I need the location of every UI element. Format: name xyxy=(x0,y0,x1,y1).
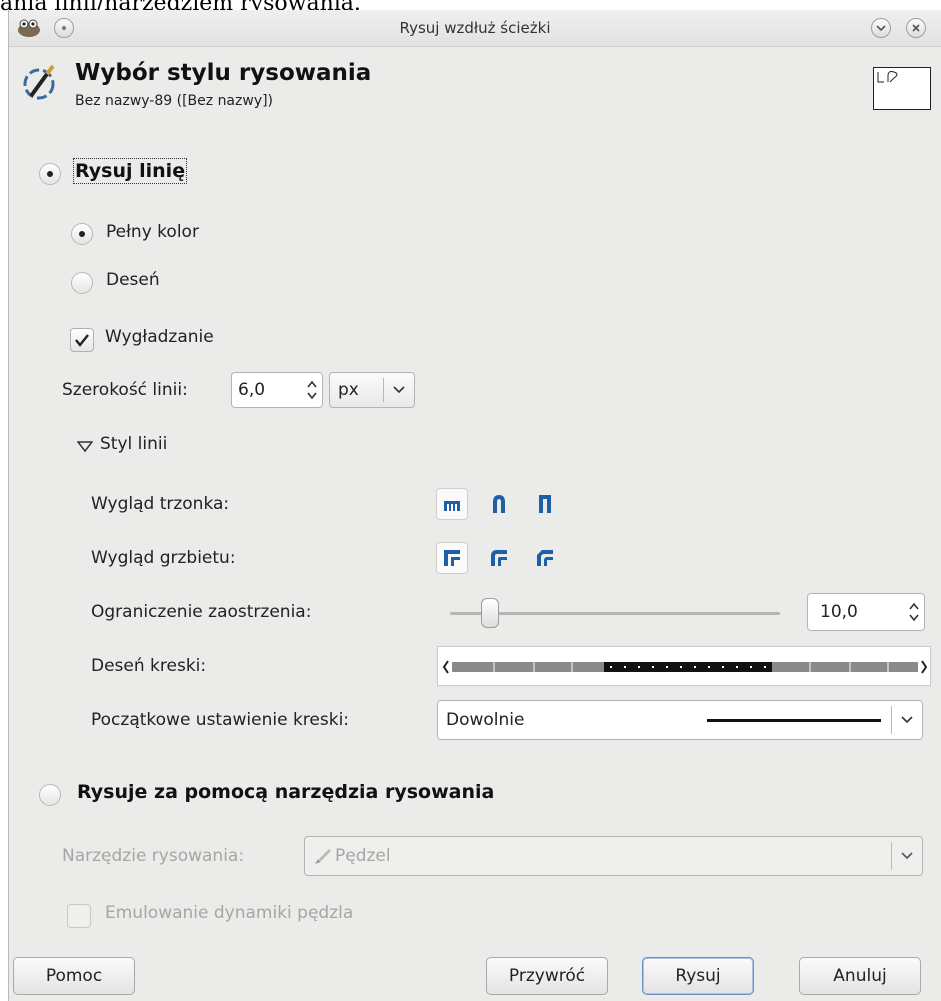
minimize-button[interactable] xyxy=(871,18,891,38)
antialias-checkbox[interactable] xyxy=(70,328,94,352)
reset-button[interactable]: Przywróć xyxy=(486,957,608,995)
cap-butt-button[interactable] xyxy=(436,488,468,520)
stroke-line-radio[interactable] xyxy=(39,163,61,185)
line-width-label: Szerokość linii: xyxy=(62,380,188,400)
line-style-expander[interactable]: Styl linii xyxy=(100,434,167,454)
stroke-path-dialog: Rysuj wzdłuż ścieżki Wybór stylu rysowan… xyxy=(8,10,941,1001)
chevron-down-icon xyxy=(384,382,414,398)
window-title: Rysuj wzdłuż ścieżki xyxy=(399,19,551,37)
solid-color-label: Pełny kolor xyxy=(106,222,199,242)
paint-tool-value: Pędzel xyxy=(335,846,391,866)
line-width-value: 6,0 xyxy=(238,380,266,400)
chevron-down-icon xyxy=(876,25,886,32)
stroke-path-icon xyxy=(21,62,63,104)
miter-limit-spinbutton[interactable]: 10,0 xyxy=(807,593,925,631)
emulate-dynamics-label: Emulowanie dynamiki pędzla xyxy=(105,903,354,923)
cap-round-icon xyxy=(493,495,505,513)
unit-combo[interactable]: px xyxy=(329,372,415,408)
unit-value: px xyxy=(338,380,359,400)
chevron-right-icon xyxy=(921,660,928,674)
dialog-heading: Wybór stylu rysowania xyxy=(75,60,372,86)
dash-pattern-editor[interactable] xyxy=(437,646,931,686)
close-button[interactable] xyxy=(906,18,926,38)
stroke-tool-label: Rysuje za pomocą narzędzia rysowania xyxy=(77,781,495,803)
pattern-label: Deseń xyxy=(106,270,160,290)
solid-color-radio[interactable] xyxy=(71,223,93,245)
chevron-down-icon xyxy=(892,848,922,864)
stroke-button[interactable]: Rysuj xyxy=(642,957,754,995)
title-bar: Rysuj wzdłuż ścieżki xyxy=(9,10,941,47)
join-style-label: Wygląd grzbietu: xyxy=(91,548,236,568)
solid-line-preview xyxy=(707,718,881,722)
cap-round-button[interactable] xyxy=(483,488,515,520)
miter-limit-slider-track[interactable] xyxy=(450,612,780,615)
paint-tool-combo[interactable]: Pędzel xyxy=(304,836,923,876)
join-miter-button[interactable] xyxy=(436,542,468,574)
dash-pattern-label: Deseń kreski: xyxy=(91,656,207,676)
stroke-line-label: Rysuj linię xyxy=(72,158,188,184)
cap-butt-icon xyxy=(444,501,460,511)
close-icon xyxy=(912,24,920,32)
cap-square-icon xyxy=(539,495,551,513)
antialias-label: Wygładzanie xyxy=(105,327,214,347)
chevron-down-icon xyxy=(892,712,922,728)
spin-arrows-icon[interactable] xyxy=(904,601,924,623)
chevron-left-icon xyxy=(442,660,449,674)
cap-style-label: Wygląd trzonka: xyxy=(91,494,230,514)
pattern-radio[interactable] xyxy=(71,272,93,294)
join-round-button[interactable] xyxy=(483,542,515,574)
paintbrush-icon xyxy=(305,846,333,866)
expander-triangle-icon[interactable] xyxy=(76,438,94,457)
stroke-tool-radio[interactable] xyxy=(39,784,61,806)
cancel-button[interactable]: Anuluj xyxy=(799,957,921,995)
dash-preset-combo[interactable]: Dowolnie xyxy=(437,700,923,740)
checkmark-icon xyxy=(75,334,89,347)
miter-limit-label: Ograniczenie zaostrzenia: xyxy=(91,602,312,622)
help-button[interactable]: Pomoc xyxy=(13,957,135,995)
line-width-spinbutton[interactable]: 6,0 xyxy=(231,372,323,408)
dash-preset-value: Dowolnie xyxy=(446,710,525,730)
cap-square-button[interactable] xyxy=(529,488,561,520)
path-preview-thumbnail xyxy=(873,67,931,110)
miter-limit-value: 10,0 xyxy=(820,602,858,622)
join-round-icon xyxy=(491,550,507,566)
miter-limit-slider-handle[interactable] xyxy=(481,598,500,628)
dash-preset-label: Początkowe ustawienie kreski: xyxy=(91,710,350,730)
spin-arrows-icon[interactable] xyxy=(302,379,322,401)
emulate-dynamics-checkbox[interactable] xyxy=(67,904,91,928)
join-bevel-button[interactable] xyxy=(529,542,561,574)
join-miter-icon xyxy=(444,550,460,566)
paint-tool-label: Narzędzie rysowania: xyxy=(62,846,245,866)
image-name: Bez nazwy-89 ([Bez nazwy]) xyxy=(75,93,274,109)
join-bevel-icon xyxy=(537,550,553,566)
